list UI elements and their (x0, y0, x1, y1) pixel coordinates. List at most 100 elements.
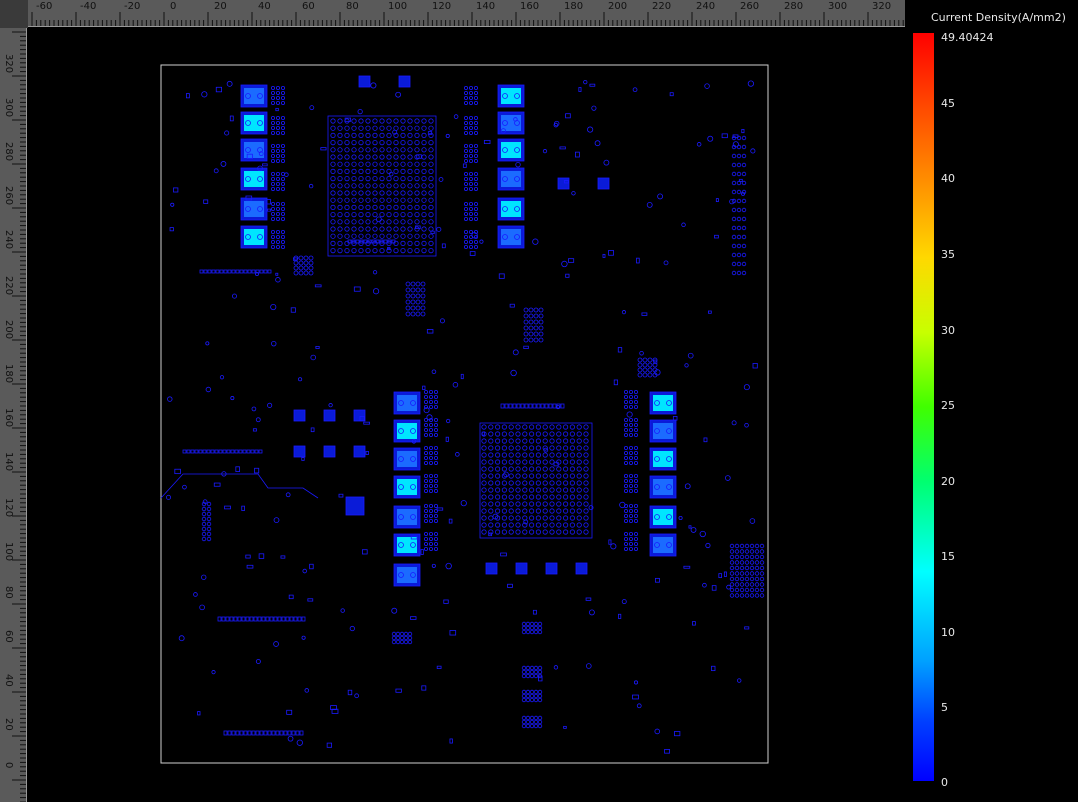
capacitor-pad (473, 171, 478, 176)
connector-pin (736, 162, 742, 168)
bga-ball (515, 487, 521, 493)
connector-pin (538, 319, 544, 325)
smd-part (500, 552, 507, 557)
connector-pin (391, 631, 397, 637)
bga-ball (407, 219, 413, 225)
via (588, 609, 595, 616)
connector-pin (759, 543, 765, 549)
bga-ball (372, 190, 378, 196)
connector-pin (739, 587, 745, 593)
bga-ball (330, 183, 336, 189)
bga-ball (351, 125, 357, 131)
via (510, 369, 517, 377)
capacitor-pad (468, 211, 473, 216)
connector-pin (529, 723, 535, 729)
connector-pin (537, 629, 543, 635)
smd-part (507, 583, 513, 588)
current-density-viewer[interactable]: -60 -40 -20 0 20 40 60 80 100 120 140 16… (0, 0, 1078, 802)
via (304, 688, 310, 693)
capacitor-pad (275, 234, 280, 239)
connector-pin (741, 252, 747, 258)
connector-pin (533, 625, 539, 631)
capacitor-pad (629, 422, 634, 427)
ruler-top-label: 60 (302, 1, 315, 12)
bga-ball (344, 183, 350, 189)
connector-pin (533, 325, 539, 331)
bga-ball (535, 480, 541, 486)
bga-ball (414, 183, 420, 189)
capacitor-pad (634, 478, 639, 483)
capacitor-pad (634, 473, 639, 478)
bga-ball (549, 431, 555, 437)
via (750, 148, 756, 154)
connector-pin (729, 587, 735, 593)
connector-pin (759, 560, 765, 565)
bga-ball (400, 233, 406, 239)
bga-ball (488, 494, 494, 500)
via (230, 396, 235, 401)
connector-pin (734, 560, 740, 565)
bga-ball (583, 452, 589, 458)
connector-pin (741, 243, 747, 249)
capacitor-pad (280, 86, 285, 91)
bga-ball (393, 147, 399, 153)
bga-ball (549, 494, 555, 500)
connector-pin (754, 549, 760, 554)
bga-ball (535, 501, 541, 507)
bga-ball (494, 452, 501, 458)
smd-part (664, 749, 670, 754)
bga-ball (337, 248, 343, 254)
capacitor-pad (275, 116, 280, 121)
resistor (275, 730, 280, 736)
bga-ball (344, 147, 350, 153)
bga-ball (400, 219, 406, 225)
bga-ball (576, 473, 582, 479)
bga-ball (407, 197, 413, 203)
bga-ball (535, 452, 541, 458)
bga-ball (508, 438, 514, 444)
pcb-current-density-canvas[interactable] (28, 28, 905, 802)
bga-ball (583, 529, 589, 535)
bga-ball (542, 466, 548, 472)
capacitor-pad (463, 101, 468, 106)
via (376, 216, 382, 223)
capacitor-pad (275, 211, 280, 216)
connector-pin (206, 516, 212, 522)
capacitor-pad (468, 149, 473, 154)
capacitor-pad (428, 478, 433, 483)
via (370, 82, 377, 89)
capacitor-pad (428, 394, 433, 399)
power-stage-hotspot (244, 88, 264, 104)
capacitor-pad (629, 399, 634, 404)
connector-pin (525, 621, 531, 627)
capacitor-pad (423, 513, 428, 518)
connector-pin (741, 207, 747, 213)
bga-ball (351, 147, 357, 153)
connector-pin (529, 621, 535, 627)
bga-ball (576, 487, 582, 493)
resistor (202, 449, 207, 454)
capacitor-pad (433, 473, 438, 478)
bga-ball (379, 125, 385, 131)
bga-ball (351, 204, 357, 210)
bga-ball (393, 212, 399, 218)
connector-pin (415, 305, 421, 311)
connector-pin (523, 331, 529, 337)
via (285, 492, 291, 498)
capacitor-pad (468, 126, 473, 131)
capacitor-pad (280, 201, 285, 206)
connector-pin (647, 372, 653, 378)
bga-ball (400, 132, 406, 139)
connector-pin (754, 565, 760, 571)
capacitor-pad (624, 389, 629, 394)
bga-ball (351, 190, 357, 196)
bga-ball (358, 140, 364, 146)
connector-pin (308, 270, 314, 276)
via (702, 582, 707, 588)
capacitor-pad (270, 101, 275, 106)
connector-pin (729, 565, 735, 571)
capacitor-pad (629, 473, 634, 478)
bga-ball (515, 494, 521, 500)
smd-part (636, 257, 640, 264)
capacitor-pad (280, 216, 285, 221)
